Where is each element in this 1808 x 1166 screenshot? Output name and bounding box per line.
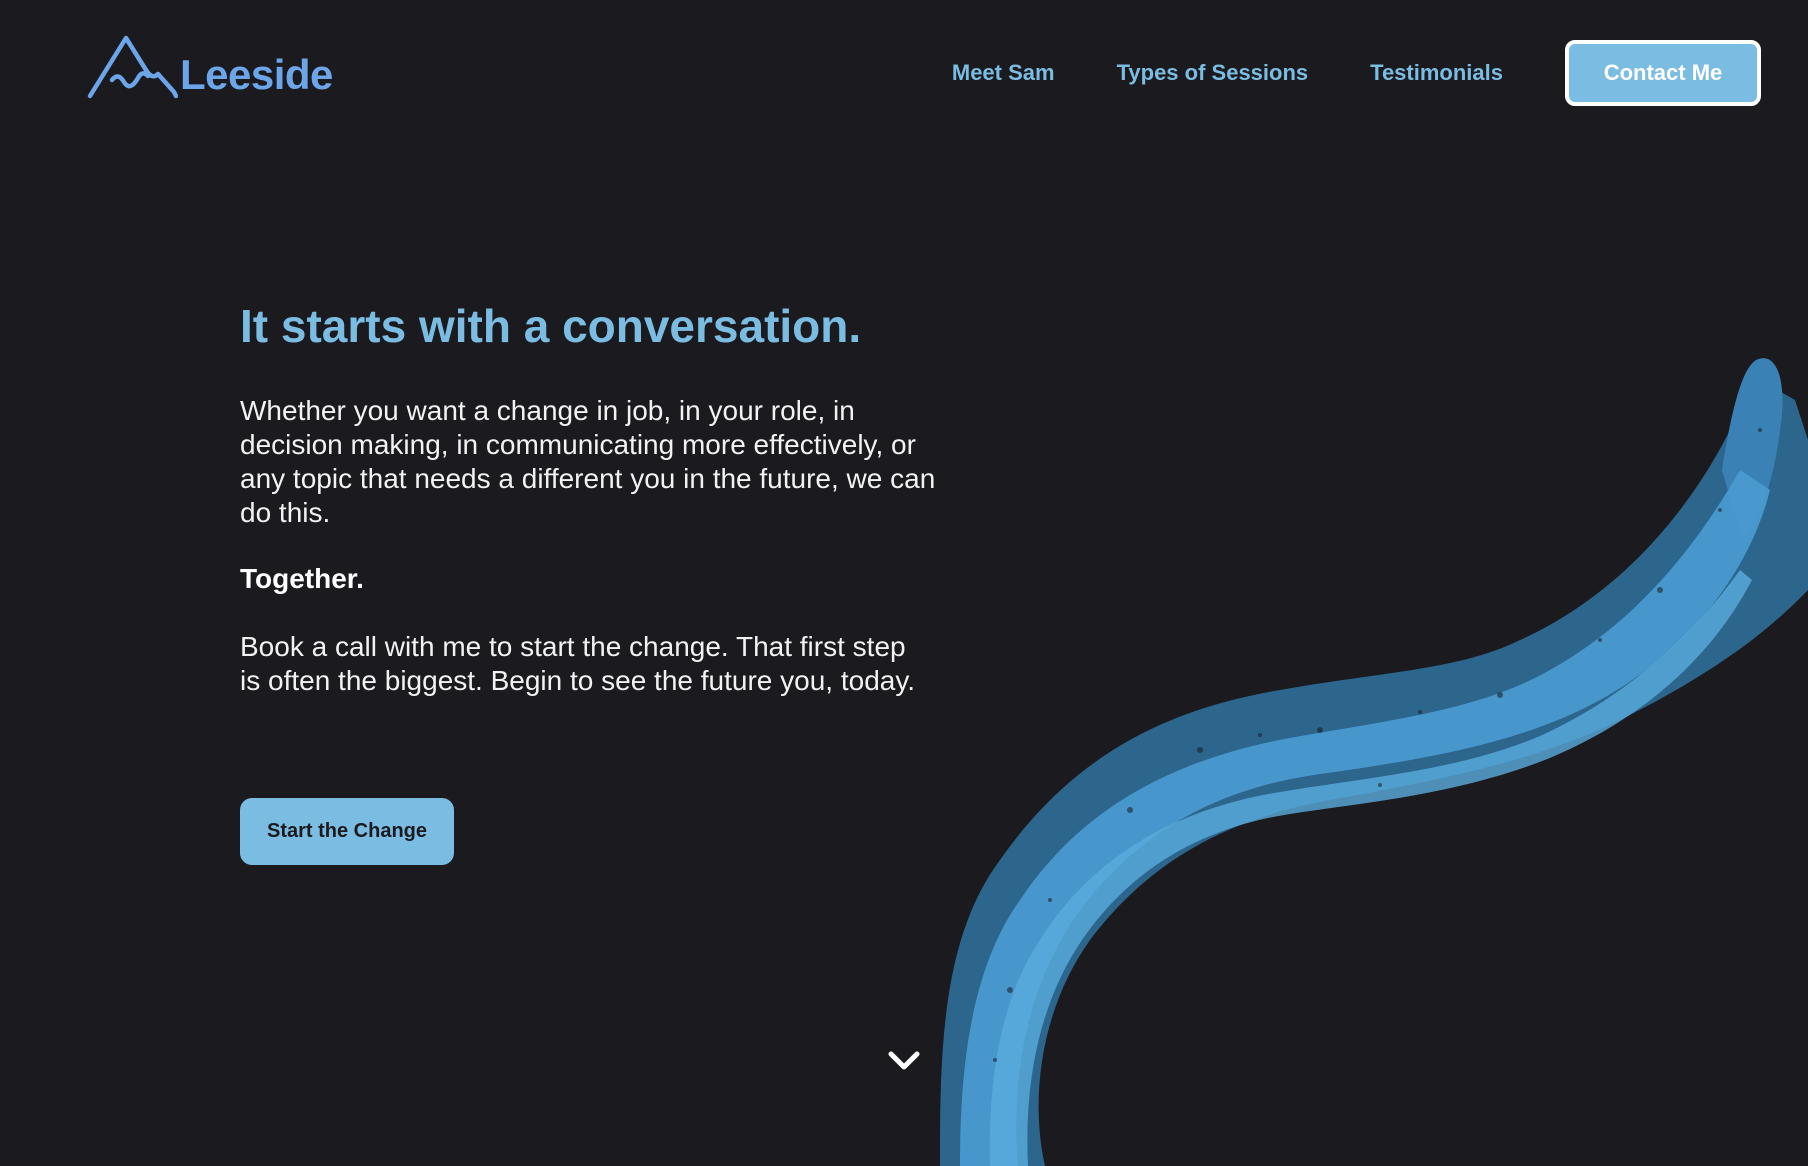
brush-stroke-decoration [940, 358, 1808, 1166]
mountain-logo-icon [87, 35, 178, 99]
contact-me-button[interactable]: Contact Me [1565, 40, 1761, 106]
nav-link-meet-sam[interactable]: Meet Sam [952, 60, 1055, 86]
nav-link-types-of-sessions[interactable]: Types of Sessions [1117, 60, 1309, 86]
hero-call-text: Book a call with me to start the change.… [240, 631, 916, 696]
main-nav: Meet Sam Types of Sessions Testimonials … [952, 40, 1761, 106]
hero-intro-text: Whether you want a change in job, in you… [240, 395, 936, 528]
landing-page: Leeside Meet Sam Types of Sessions Testi… [0, 0, 1808, 1166]
hero-section: It starts with a conversation. Whether y… [240, 296, 960, 696]
hero-title: It starts with a conversation. [240, 300, 862, 352]
site-header: Leeside Meet Sam Types of Sessions Testi… [0, 0, 1808, 150]
brand-name: Leeside [180, 51, 333, 98]
nav-link-testimonials[interactable]: Testimonials [1370, 60, 1503, 86]
chevron-down-icon[interactable] [886, 1048, 922, 1074]
brand-logo-link[interactable]: Leeside [86, 30, 346, 100]
hero-emphasis-text: Together. [240, 563, 364, 594]
start-the-change-button[interactable]: Start the Change [240, 798, 454, 865]
